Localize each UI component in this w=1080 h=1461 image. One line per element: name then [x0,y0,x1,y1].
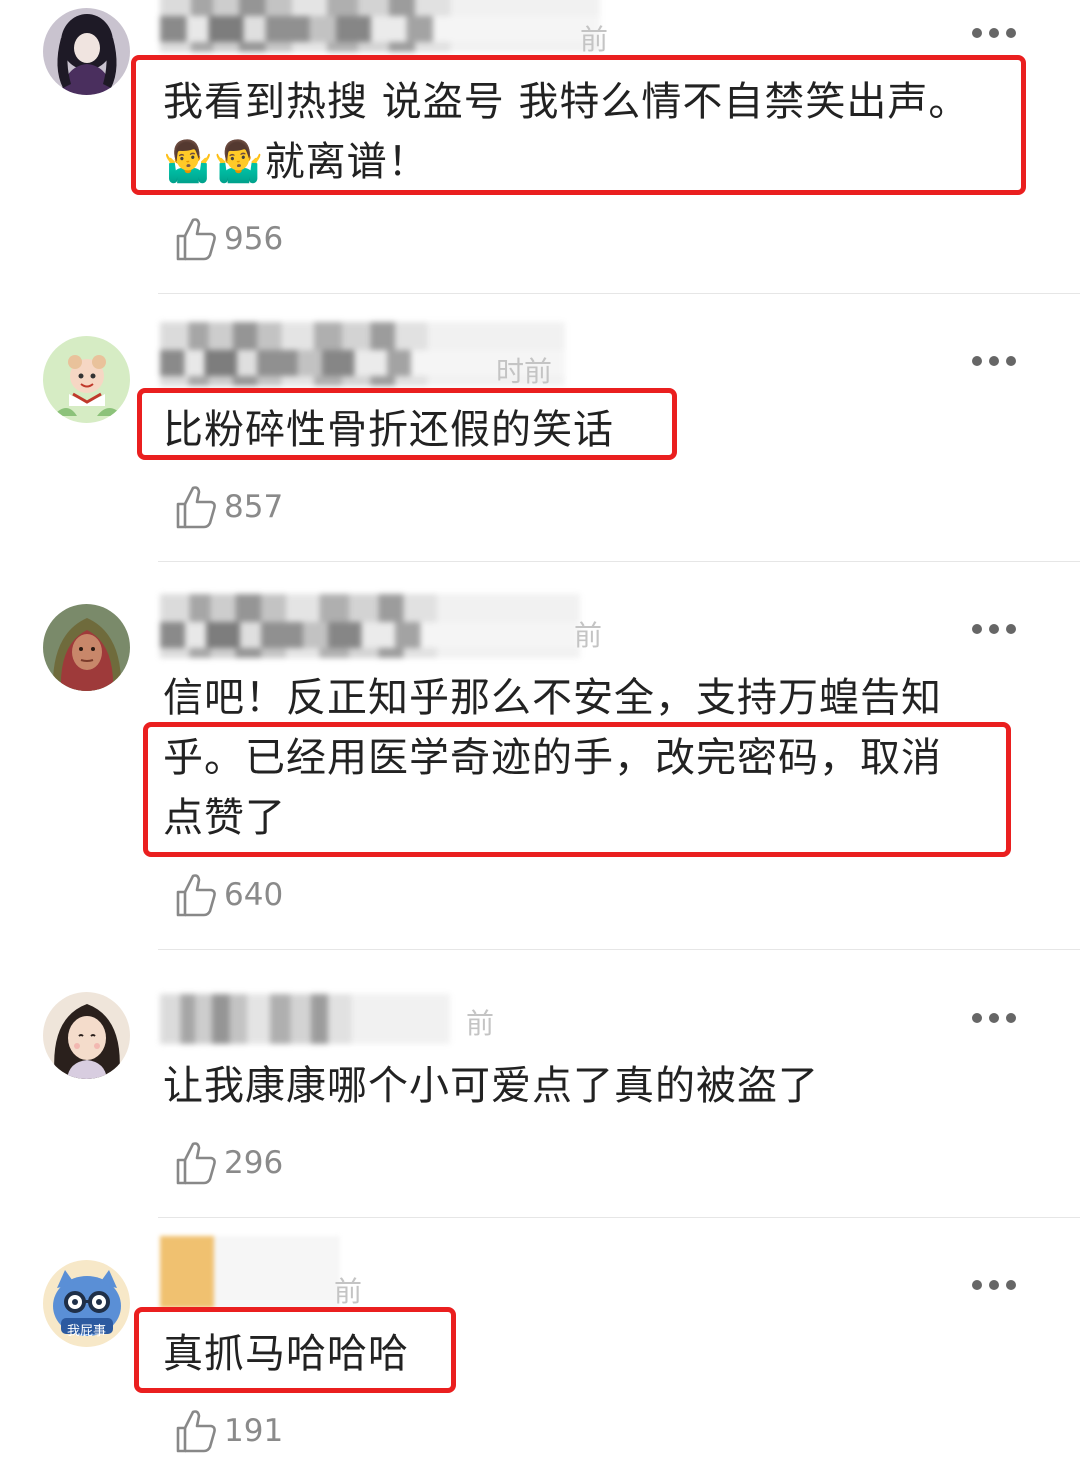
avatar[interactable] [43,336,130,423]
username-blurred[interactable] [160,0,600,52]
like-count: 956 [224,221,284,257]
more-horizontal-icon[interactable] [972,624,1016,636]
avatar[interactable] [43,604,130,691]
avatar[interactable]: 我屁事 [43,1260,130,1347]
username-blurred[interactable] [160,994,450,1044]
avatar[interactable] [43,8,130,95]
like-count: 296 [224,1145,284,1181]
comment-time: 前 [574,619,603,652]
divider [158,293,1080,294]
thumbs-up-icon [176,486,216,529]
comment-line: 信吧！反正知乎那么不安全，支持万蝗告知 [163,675,942,721]
thumbs-up-icon [176,218,216,261]
like-button[interactable]: 640 [174,871,283,919]
comment-line: 让我康康哪个小可爱点了真的被盗了 [163,1063,819,1109]
avatar-image [43,604,130,691]
avatar-image [43,992,130,1079]
like-button[interactable]: 956 [174,215,283,263]
avatar-image [43,8,130,95]
highlight-box [137,388,677,460]
username-blurred[interactable] [160,594,580,658]
comment-time: 时前 [496,355,553,388]
highlight-box [134,1307,456,1393]
more-horizontal-icon[interactable] [972,356,1016,368]
thumbs-up-icon [176,1142,216,1185]
like-count: 857 [224,489,284,525]
like-button[interactable]: 296 [174,1139,283,1187]
highlight-box [131,55,1026,195]
like-button[interactable]: 191 [174,1407,283,1455]
more-horizontal-icon[interactable] [972,28,1016,40]
avatar-caption: 我屁事 [66,1324,106,1339]
comment-list: 前 我看到热搜 说盗号 我特么情不自禁笑出声。 🤷‍♂️🤷‍♂️就离谱！ 956 [0,0,1080,1461]
comment-time: 前 [466,1007,495,1040]
avatar[interactable] [43,992,130,1079]
more-horizontal-icon[interactable] [972,1280,1016,1292]
avatar-image [43,336,130,423]
more-horizontal-icon[interactable] [972,1013,1016,1025]
comment-time: 前 [334,1275,363,1308]
divider [158,561,1080,562]
comment-time: 前 [580,23,609,56]
like-count: 191 [224,1413,284,1449]
username-blurred[interactable] [160,1236,340,1308]
divider [158,1217,1080,1218]
divider [158,949,1080,950]
like-count: 640 [224,877,284,913]
highlight-box [143,722,1011,857]
thumbs-up-icon [176,1410,216,1453]
comment-text: 让我康康哪个小可爱点了真的被盗了 [163,1056,1008,1116]
like-button[interactable]: 857 [174,483,283,531]
thumbs-up-icon [176,874,216,917]
